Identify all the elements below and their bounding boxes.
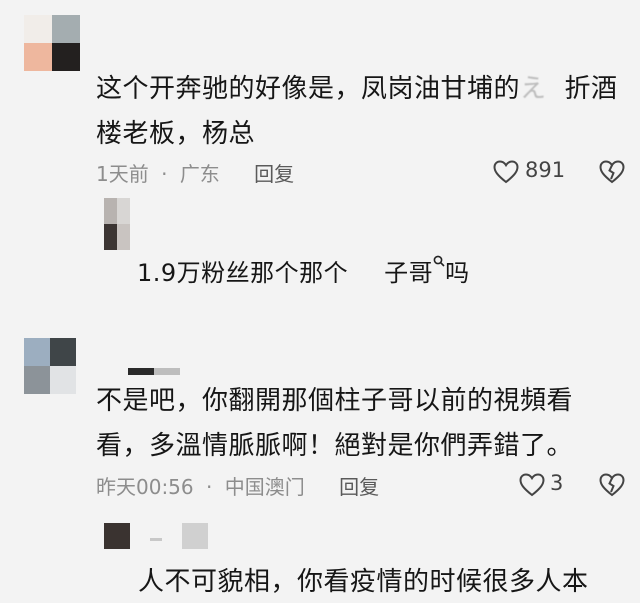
comment-text-line1: 这个开奔驰的好像是，凤岗油甘埔的え 折酒 [96,74,618,104]
avatar[interactable] [104,523,130,549]
avatar[interactable] [24,15,80,71]
comment-time: 1天前 [96,162,149,186]
broken-heart-icon [599,473,625,497]
avatar[interactable] [24,338,76,394]
reply-button[interactable]: 回复 [339,475,379,499]
heart-outline-icon [519,473,545,497]
comment-location: 中国澳门 [224,475,305,499]
like-count: 3 [550,471,564,495]
search-icon [433,255,445,267]
username-redacted [154,368,180,375]
comment-text-line2: 看，多溫情脈脈啊！絕對是你們弄錯了。 [96,431,574,461]
avatar[interactable] [104,198,130,250]
reply-button[interactable]: 回复 [254,162,294,186]
username-redacted [128,368,154,375]
heart-outline-icon [493,160,519,184]
reply-text: 1.9万粉丝那个那个 子哥 吗 [137,253,470,288]
reply-text: 人不可貌相，你看疫情的时候很多人本 [138,567,589,597]
comment-time: 昨天00:56 [96,475,194,499]
comment-meta: 1天前 · 广东 回复 [96,162,295,186]
broken-heart-icon [599,160,625,184]
comment-text-line2: 楼老板，杨总 [96,119,256,149]
dislike-button[interactable] [599,473,625,497]
redacted-block [348,262,385,286]
like-count: 891 [525,158,566,182]
comment-location: 广东 [179,162,220,186]
dislike-button[interactable] [599,160,625,184]
redacted-block [546,76,565,103]
blurred-text: え [520,74,547,104]
username-redacted [150,538,162,541]
comment-text-line1: 不是吧，你翻開那個柱子哥以前的視頻看 [96,386,574,416]
comment-meta: 昨天00:56 · 中国澳门 回复 [96,475,380,499]
username-redacted [182,523,208,549]
